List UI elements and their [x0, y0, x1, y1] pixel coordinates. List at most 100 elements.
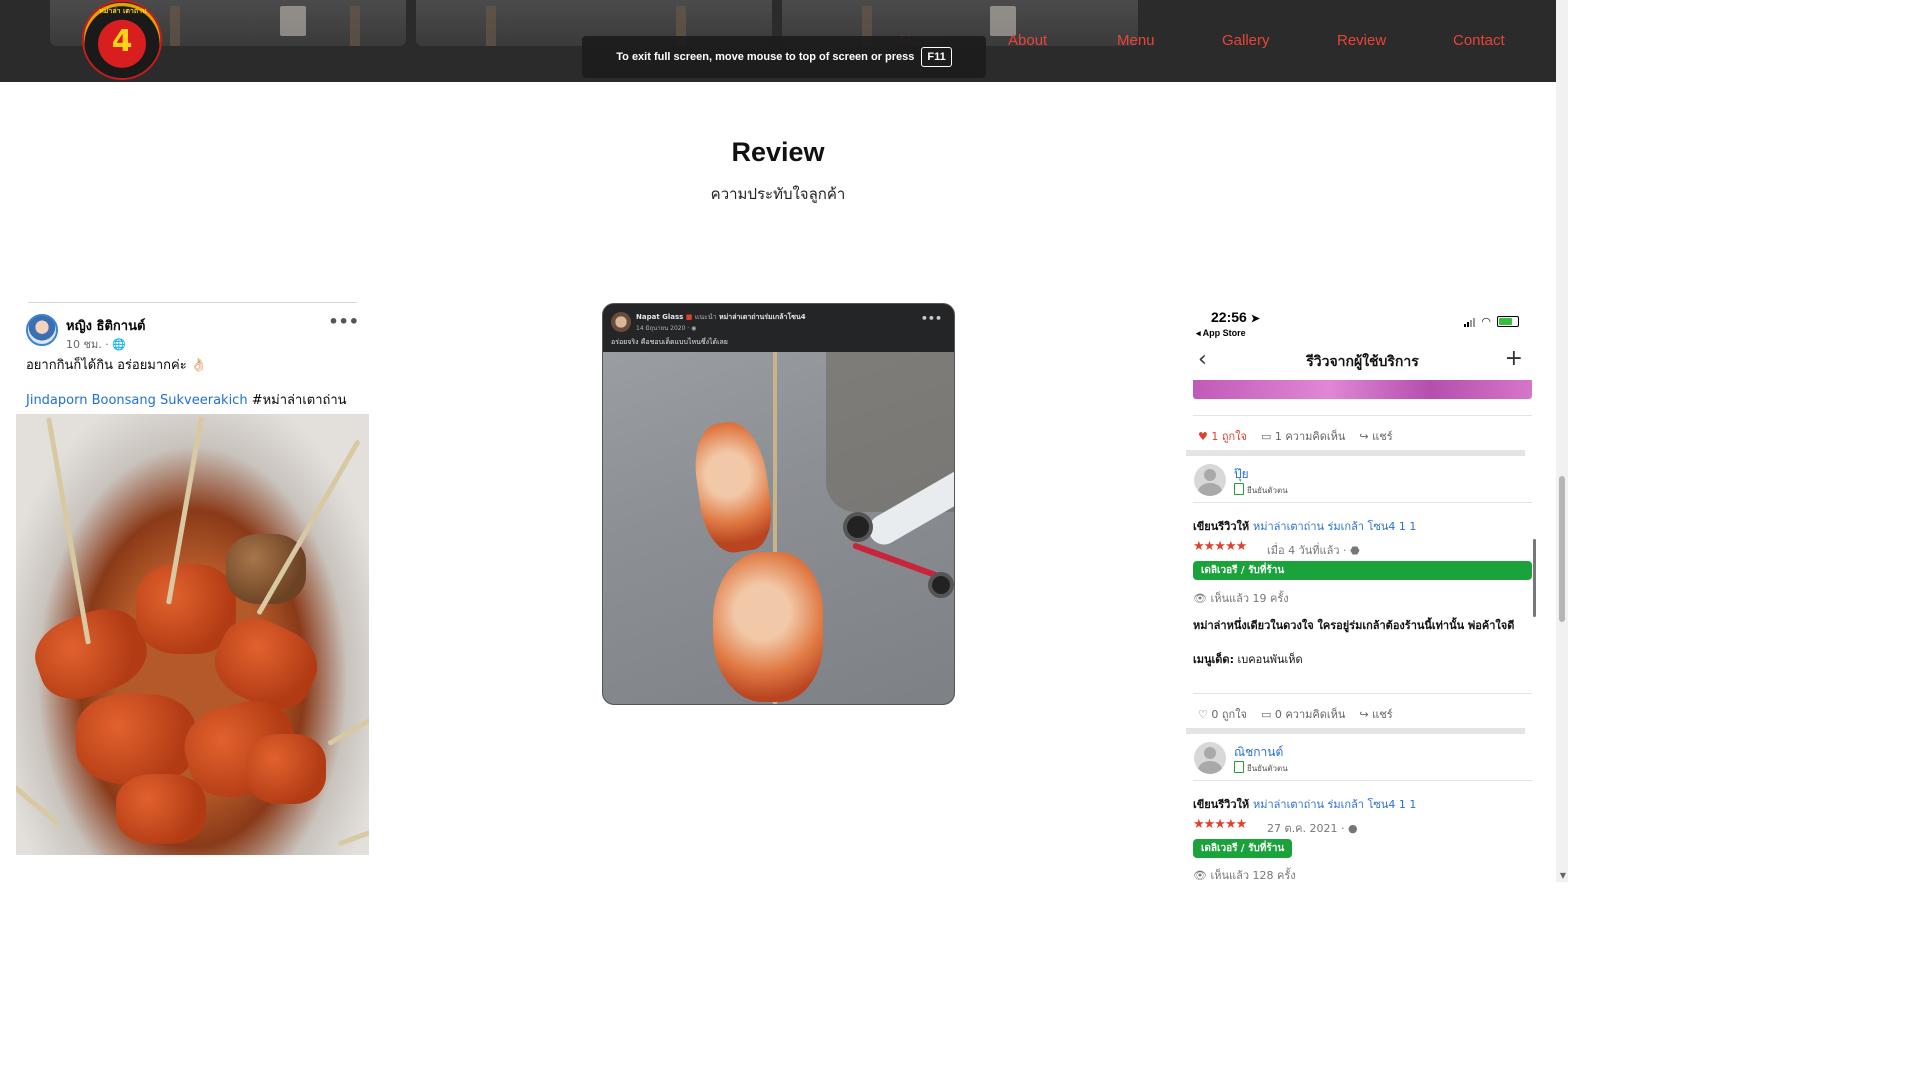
more-options-icon: •••: [920, 312, 942, 325]
eye-icon: 👁: [1193, 592, 1207, 605]
comment-action: ▭ 0 ความคิดเห็น: [1261, 705, 1345, 723]
review-card-facebook-post[interactable]: หญิง ธิติกานต์ 10 ชม. · 🌐 ••• อยากกินก็ไ…: [16, 302, 369, 855]
android-icon: ⬣: [1350, 544, 1360, 557]
avatar: [26, 314, 58, 346]
page-scrollbar-thumb[interactable]: [1559, 476, 1565, 622]
verified-label: ยืนยันตัวตน: [1234, 483, 1288, 497]
nav-link-about[interactable]: About: [1008, 32, 1047, 49]
rating-stars: ★★★★★: [1193, 817, 1247, 832]
avatar: [1194, 742, 1226, 774]
apple-icon: ●: [1347, 822, 1358, 835]
inner-scrollbar-thumb[interactable]: [1533, 539, 1536, 617]
comment-action: ▭ 1 ความคิดเห็น: [1261, 427, 1345, 445]
avatar: [611, 312, 631, 332]
post-hashtag: #หม่าล่าเตาถ่าน: [251, 393, 347, 408]
food-photo-grilled-skewer: [603, 352, 954, 704]
fullscreen-message: To exit full screen, move mouse to top o…: [616, 51, 915, 63]
post-date-text: 14 มิถุนายน 2020 ·: [636, 325, 692, 332]
post-author: หญิง ธิติกานต์: [66, 319, 146, 334]
nav-link-review[interactable]: Review: [1337, 32, 1386, 49]
review-section-subtitle: ความประทับใจลูกค้า: [710, 185, 846, 203]
like-count: 1 ถูกใจ: [1211, 430, 1248, 443]
review-target: เขียนรีวิวให้ หม่าล่าเตาถ่าน ร่มเกล้า โซ…: [1193, 517, 1416, 535]
verified-icon: [1234, 483, 1244, 495]
brand-logo[interactable]: หม่าล่า เตาถ่าน 4: [82, 0, 162, 80]
post-tags: Jindaporn Boonsang Sukveerakich #หม่าล่า…: [26, 389, 347, 410]
review-card-app-screenshot[interactable]: 22:56 ➤ ◂ App Store ◠ ‹ รีวิวจากผู้ใช้บร…: [1186, 303, 1539, 882]
share-action: ↪ แชร์: [1359, 705, 1392, 723]
reviewer-name: ณิชกานต์: [1234, 745, 1284, 759]
action-row: ♡ 0 ถูกใจ ▭ 0 ความคิดเห็น ↪ แชร์: [1198, 705, 1393, 723]
food-photo-sausages: [16, 414, 369, 855]
status-time: 22:56 ➤: [1211, 309, 1260, 325]
page-scrollbar[interactable]: ▼: [1556, 0, 1568, 882]
post-time: 10 ชม. ·: [66, 338, 113, 351]
card-top-divider: [28, 302, 357, 303]
heart-filled-icon: ♥: [1198, 430, 1208, 443]
add-icon: +: [1504, 346, 1523, 371]
verified-text: ยืนยันตัวตน: [1247, 764, 1288, 773]
location-arrow-icon: ➤: [1250, 313, 1260, 325]
comment-icon: ▭: [1261, 708, 1272, 721]
app-header-title: รีวิวจากผู้ใช้บริการ: [1306, 354, 1419, 370]
status-icons: ◠: [1464, 315, 1519, 328]
view-count-text: เห็นแล้ว 128 ครั้ง: [1210, 869, 1296, 882]
favorite-menu-value: เบคอนพันเห็ด: [1233, 653, 1303, 666]
review-target-prefix: เขียนรีวิวให้: [1193, 520, 1250, 533]
app-store-back: ◂ App Store: [1196, 328, 1246, 338]
view-count-text: เห็นแล้ว 19 ครั้ง: [1210, 592, 1289, 605]
logo-number: 4: [111, 24, 133, 59]
status-badge: เดลิเวอรี / รับที่ร้าน: [1193, 839, 1293, 858]
review-target: เขียนรีวิวให้ หม่าล่าเตาถ่าน ร่มเกล้า โซ…: [1193, 795, 1416, 813]
reviewer-name: ปุ๊ย: [1234, 467, 1249, 481]
review-time: เมื่อ 4 วันที่แล้ว · ⬣: [1267, 541, 1360, 559]
logo-text: หม่าล่า เตาถ่าน: [99, 7, 147, 15]
favorite-menu-label: เมนูเด็ด:: [1193, 653, 1234, 666]
avatar: [1194, 464, 1226, 496]
review-section-title: Review: [731, 137, 825, 167]
review-card-photo-post[interactable]: Napat Glass ■ แนะนำ หม่าล่าเตาถ่านร่มเกล…: [602, 303, 955, 705]
share-icon: ↪: [1359, 708, 1369, 721]
battery-icon: [1497, 316, 1519, 327]
review-time: 27 ต.ค. 2021 · ●: [1267, 819, 1358, 837]
rating-stars: ★★★★★: [1193, 539, 1247, 554]
post-author: Napat Glass: [636, 313, 684, 321]
nav-link-gallery[interactable]: Gallery: [1222, 32, 1270, 49]
share-label: แชร์: [1372, 708, 1393, 721]
action-row: ♥ 1 ถูกใจ ▭ 1 ความคิดเห็น ↪ แชร์: [1198, 427, 1393, 445]
post-meta: 10 ชม. · 🌐: [66, 335, 126, 353]
heart-outline-icon: ♡: [1198, 708, 1208, 721]
globe-icon: ◉: [691, 325, 697, 332]
post-text: อยากกินก็ได้กิน อร่อยมากค่ะ 👌🏻: [26, 358, 208, 373]
wifi-icon: ◠: [1481, 315, 1491, 328]
review-target-link: หม่าล่าเตาถ่าน ร่มเกล้า โซน4 1 1: [1252, 798, 1417, 811]
nav-link-menu[interactable]: Menu: [1117, 32, 1155, 49]
flag-icon: ■: [685, 313, 693, 321]
like-action: ♡ 0 ถูกใจ: [1198, 705, 1247, 723]
share-icon: ↪: [1359, 430, 1369, 443]
verified-icon: [1234, 761, 1244, 773]
verified-label: ยืนยันตัวตน: [1234, 761, 1288, 775]
comment-count: 0 ความคิดเห็น: [1274, 708, 1346, 721]
tagged-user-link: Jindaporn Boonsang Sukveerakich: [26, 393, 248, 408]
review-time-text: เมื่อ 4 วันที่แล้ว ·: [1267, 544, 1351, 557]
post-date: 14 มิถุนายน 2020 · ◉: [636, 323, 696, 333]
like-action: ♥ 1 ถูกใจ: [1198, 427, 1247, 445]
share-label: แชร์: [1372, 430, 1393, 443]
share-action: ↪ แชร์: [1359, 427, 1392, 445]
view-count: 👁 เห็นแล้ว 128 ครั้ง: [1193, 866, 1296, 882]
like-count: 0 ถูกใจ: [1211, 708, 1248, 721]
favorite-menu: เมนูเด็ด: เบคอนพันเห็ด: [1193, 650, 1303, 668]
post-header: Napat Glass ■ แนะนำ หม่าล่าเตาถ่านร่มเกล…: [636, 312, 806, 323]
scroll-down-arrow-icon[interactable]: ▼: [1560, 871, 1566, 880]
comment-count: 1 ความคิดเห็น: [1274, 430, 1346, 443]
post-caption: อร่อยจริง คือชอบเด็ดแบบไหนซึ่งได้เลย: [611, 338, 728, 346]
nav-link-contact[interactable]: Contact: [1453, 32, 1505, 49]
status-badge: เดลิเวอรี / รับที่ร้าน: [1193, 561, 1532, 580]
signal-icon: [1464, 317, 1476, 327]
review-target-link: หม่าล่าเตาถ่าน ร่มเกล้า โซน4 1 1: [1252, 520, 1417, 533]
view-count: 👁 เห็นแล้ว 19 ครั้ง: [1193, 589, 1289, 607]
globe-icon: 🌐: [112, 338, 126, 351]
comment-icon: ▭: [1261, 430, 1272, 443]
fullscreen-notice: To exit full screen, move mouse to top o…: [582, 36, 986, 78]
